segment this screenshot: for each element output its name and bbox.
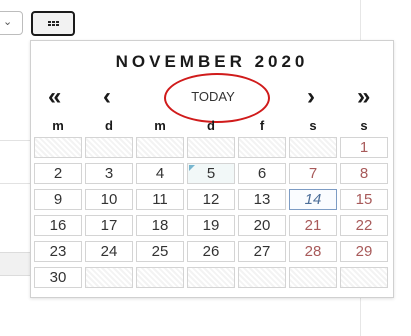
empty-day-cell xyxy=(238,267,286,288)
day-cell-17[interactable]: 17 xyxy=(85,215,133,236)
chevron-down-icon: ⌄ xyxy=(3,16,13,28)
day-cell-20[interactable]: 20 xyxy=(238,215,286,236)
divider-line xyxy=(0,140,32,141)
weekday-header: m xyxy=(52,118,64,133)
day-cell-10[interactable]: 10 xyxy=(85,189,133,210)
day-cell-26[interactable]: 26 xyxy=(187,241,235,262)
day-cell-24[interactable]: 24 xyxy=(85,241,133,262)
day-cell-14[interactable]: 14 xyxy=(289,189,337,210)
day-cell-8[interactable]: 8 xyxy=(340,163,388,184)
empty-day-cell xyxy=(187,267,235,288)
weekday-header: d xyxy=(105,118,113,133)
day-cell-23[interactable]: 23 xyxy=(34,241,82,262)
next-year-button[interactable]: » xyxy=(357,85,370,109)
weekday-header: s xyxy=(309,118,317,133)
day-cell-11[interactable]: 11 xyxy=(136,189,184,210)
day-cell-28[interactable]: 28 xyxy=(289,241,337,262)
weekday-header: m xyxy=(154,118,166,133)
table-row-band xyxy=(0,252,32,276)
day-cell-29[interactable]: 29 xyxy=(340,241,388,262)
empty-day-cell xyxy=(136,267,184,288)
weekday-header: s xyxy=(360,118,368,133)
empty-day-cell xyxy=(136,137,184,158)
day-cell-12[interactable]: 12 xyxy=(187,189,235,210)
day-cell-6[interactable]: 6 xyxy=(238,163,286,184)
empty-day-cell xyxy=(85,267,133,288)
day-cell-22[interactable]: 22 xyxy=(340,215,388,236)
day-cell-30[interactable]: 30 xyxy=(34,267,82,288)
weekday-header: f xyxy=(259,118,265,133)
day-cell-18[interactable]: 18 xyxy=(136,215,184,236)
empty-day-cell xyxy=(85,137,133,158)
divider-line xyxy=(0,183,32,184)
day-cell-3[interactable]: 3 xyxy=(85,163,133,184)
day-cell-25[interactable]: 25 xyxy=(136,241,184,262)
event-marker-icon xyxy=(189,165,195,171)
datepicker-popup: NOVEMBER 2020 « ‹ TODAY › » mdmdfss 1234… xyxy=(30,40,394,298)
day-cell-27[interactable]: 27 xyxy=(238,241,286,262)
next-month-button[interactable]: › xyxy=(307,85,315,109)
empty-day-cell xyxy=(187,137,235,158)
day-cell-4[interactable]: 4 xyxy=(136,163,184,184)
day-cell-5[interactable]: 5 xyxy=(187,163,235,184)
day-cell-19[interactable]: 19 xyxy=(187,215,235,236)
day-cell-21[interactable]: 21 xyxy=(289,215,337,236)
empty-day-cell xyxy=(289,137,337,158)
month-title: NOVEMBER 2020 xyxy=(115,52,309,71)
day-cell-2[interactable]: 2 xyxy=(34,163,82,184)
day-cell-7[interactable]: 7 xyxy=(289,163,337,184)
day-cell-13[interactable]: 13 xyxy=(238,189,286,210)
weekday-header: d xyxy=(207,118,215,133)
empty-day-cell xyxy=(238,137,286,158)
select-dropdown[interactable]: ⌄ xyxy=(0,11,23,35)
calendar-toggle-button[interactable] xyxy=(31,11,75,36)
prev-month-button[interactable]: ‹ xyxy=(103,85,111,109)
prev-year-button[interactable]: « xyxy=(48,85,61,109)
day-cell-16[interactable]: 16 xyxy=(34,215,82,236)
empty-day-cell xyxy=(340,267,388,288)
calendar-grid-icon xyxy=(47,21,59,26)
day-cell-15[interactable]: 15 xyxy=(340,189,388,210)
empty-day-cell xyxy=(289,267,337,288)
empty-day-cell xyxy=(34,137,82,158)
today-button[interactable]: TODAY xyxy=(173,89,253,104)
day-cell-1[interactable]: 1 xyxy=(340,137,388,158)
day-cell-9[interactable]: 9 xyxy=(34,189,82,210)
